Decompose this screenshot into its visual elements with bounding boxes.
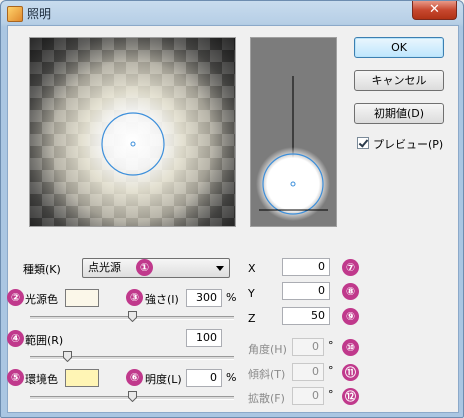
cancel-button[interactable]: キャンセル xyxy=(354,70,444,91)
y-label: Y xyxy=(248,287,255,300)
intensity-slider[interactable] xyxy=(30,311,234,325)
reset-button[interactable]: 初期値(D) xyxy=(354,103,444,124)
brightness-slider[interactable] xyxy=(30,391,234,405)
intensity-input[interactable]: 300 xyxy=(186,289,222,307)
ok-button[interactable]: OK xyxy=(354,37,444,58)
light-marker[interactable] xyxy=(30,38,235,226)
preview-checkbox-label[interactable]: プレビュー(P) xyxy=(373,136,443,152)
callout-badge-6: ⑥ xyxy=(126,369,143,386)
brightness-label: 明度(L) xyxy=(145,373,182,386)
spread-label: 拡散(F) xyxy=(248,392,285,405)
angle-input[interactable]: 0 xyxy=(292,338,324,356)
callout-badge-12: ⑫ xyxy=(342,388,359,405)
intensity-unit: % xyxy=(226,291,237,304)
brightness-unit: % xyxy=(226,371,237,384)
dropdown-arrow-icon xyxy=(216,266,224,271)
dialog-body: OK キャンセル 初期値(D) プレビュー(P) 種類(K) 点光源 ① ② 光… xyxy=(7,25,459,413)
intensity-label: 強さ(I) xyxy=(145,293,179,306)
x-label: X xyxy=(248,262,256,275)
callout-badge-4: ④ xyxy=(7,330,24,347)
light-color-swatch[interactable] xyxy=(65,289,99,307)
angle-unit: ° xyxy=(328,339,334,352)
app-icon xyxy=(7,6,23,22)
range-slider[interactable] xyxy=(30,351,234,365)
light-side-view[interactable] xyxy=(250,37,337,227)
tilt-label: 傾斜(T) xyxy=(248,368,286,381)
callout-badge-7: ⑦ xyxy=(342,259,359,276)
angle-label: 角度(H) xyxy=(248,343,287,356)
callout-badge-5: ⑤ xyxy=(7,369,24,386)
spread-unit: ° xyxy=(328,388,334,401)
light-type-select[interactable]: 点光源 xyxy=(82,258,230,278)
callout-badge-10: ⑩ xyxy=(342,339,359,356)
light-type-label: 種類(K) xyxy=(23,263,61,276)
window-title: 照明 xyxy=(27,7,52,21)
y-input[interactable]: 0 xyxy=(282,282,330,300)
ambient-color-swatch[interactable] xyxy=(65,369,99,387)
title-bar[interactable]: 照明 ✕ xyxy=(1,1,463,25)
slider-thumb[interactable] xyxy=(128,391,137,402)
callout-badge-8: ⑧ xyxy=(342,283,359,300)
tilt-input[interactable]: 0 xyxy=(292,363,324,381)
callout-badge-9: ⑨ xyxy=(342,308,359,325)
spread-input[interactable]: 0 xyxy=(292,387,324,405)
light-color-label: 光源色 xyxy=(25,293,58,306)
tilt-unit: ° xyxy=(328,364,334,377)
slider-thumb[interactable] xyxy=(63,351,72,362)
range-input[interactable]: 100 xyxy=(186,329,222,347)
light-type-value: 点光源 xyxy=(88,261,121,274)
z-input[interactable]: 50 xyxy=(282,307,330,325)
callout-badge-3: ③ xyxy=(126,289,143,306)
range-label: 範囲(R) xyxy=(25,334,64,347)
preview-checkbox[interactable] xyxy=(357,137,369,149)
light-preview[interactable] xyxy=(29,37,236,227)
lighting-dialog: 照明 ✕ OK キャンセル 初期値(D) プレビュー(P) 種類(K) 点光源 … xyxy=(0,0,464,418)
slider-thumb[interactable] xyxy=(128,311,137,322)
z-label: Z xyxy=(248,312,256,325)
callout-badge-1: ① xyxy=(136,259,153,276)
callout-badge-11: ⑪ xyxy=(342,364,359,381)
x-input[interactable]: 0 xyxy=(282,258,330,276)
close-button[interactable]: ✕ xyxy=(412,1,457,20)
callout-badge-2: ② xyxy=(7,289,24,306)
brightness-input[interactable]: 0 xyxy=(186,369,222,387)
slider-track xyxy=(30,356,234,360)
ambient-color-label: 環境色 xyxy=(25,373,58,386)
